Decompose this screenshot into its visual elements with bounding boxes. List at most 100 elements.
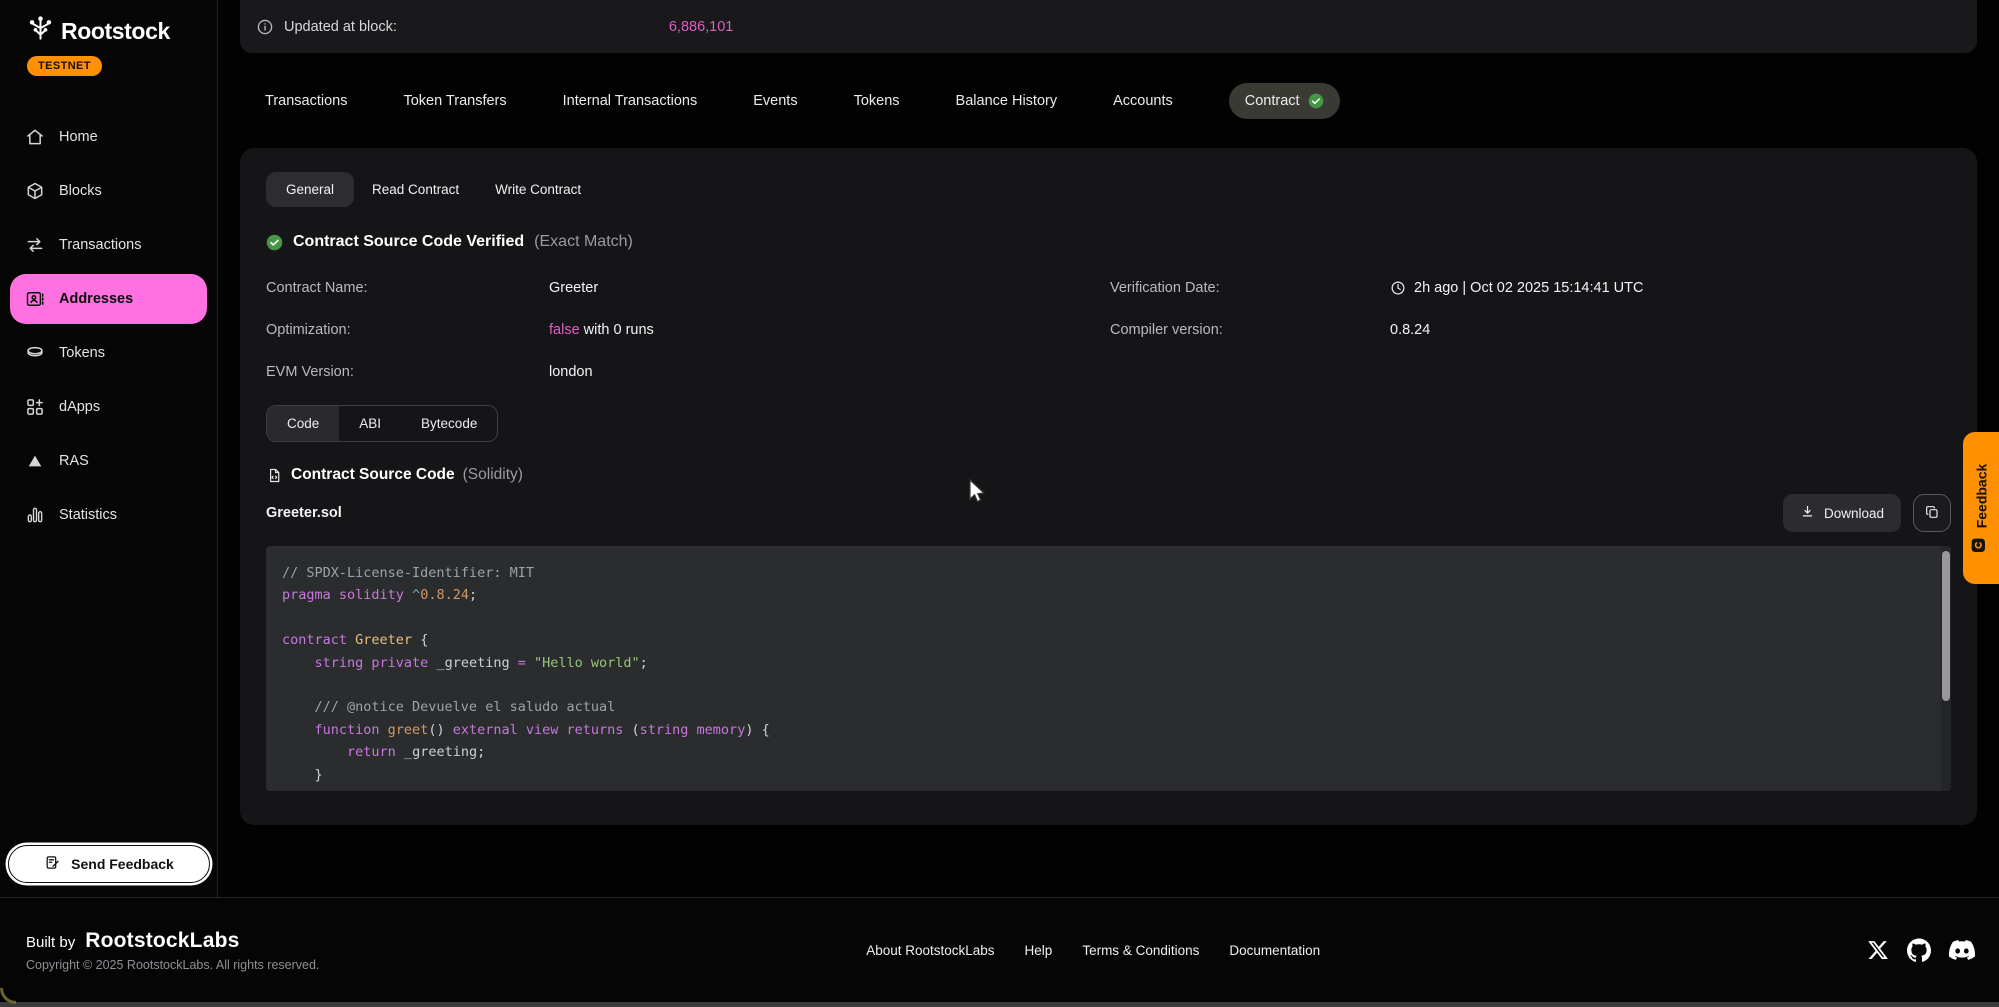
download-button[interactable]: Download bbox=[1783, 494, 1901, 532]
updated-block-bar: Updated at block: 6,886,101 bbox=[240, 0, 1977, 53]
tab-label: Internal Transactions bbox=[563, 93, 698, 109]
copy-icon bbox=[1924, 504, 1940, 523]
tab-balance-history[interactable]: Balance History bbox=[956, 93, 1058, 109]
tab-internal-transactions[interactable]: Internal Transactions bbox=[563, 93, 698, 109]
code-line: string private _greeting = "Hello world"… bbox=[282, 652, 1931, 674]
sidebar-item-addresses[interactable]: Addresses bbox=[10, 274, 207, 324]
code-line bbox=[282, 607, 1931, 629]
footer-links: About RootstockLabs Help Terms & Condition… bbox=[319, 943, 1867, 958]
detail-row-verification-date: Verification Date:2h ago | Oct 02 2025 1… bbox=[1110, 267, 1951, 309]
detail-value: false with 0 runs bbox=[549, 322, 654, 338]
sidebar-item-label: Statistics bbox=[59, 507, 117, 523]
info-icon bbox=[256, 18, 274, 36]
code-abi-bytecode-toggle: CodeABIBytecode bbox=[266, 405, 498, 442]
discord-icon[interactable] bbox=[1949, 937, 1975, 963]
sidebar-item-transactions[interactable]: Transactions bbox=[0, 220, 217, 270]
send-feedback-button[interactable]: Send Feedback bbox=[8, 845, 210, 883]
detail-row-contract-name: Contract Name:Greeter bbox=[266, 267, 1110, 309]
block-number-link[interactable]: 6,886,101 bbox=[669, 19, 734, 35]
download-label: Download bbox=[1824, 506, 1884, 521]
sidebar: Rootstock TESTNET Home Blocks Transactions… bbox=[0, 0, 218, 897]
subtab-general[interactable]: General bbox=[266, 172, 354, 207]
tab-events[interactable]: Events bbox=[753, 93, 797, 109]
code-scrollbar-thumb[interactable] bbox=[1942, 551, 1950, 701]
footer: Built by RootstockLabs Copyright © 2025 … bbox=[0, 897, 1999, 1002]
tab-transactions[interactable]: Transactions bbox=[265, 93, 347, 109]
code-line bbox=[282, 674, 1931, 696]
toggle-abi[interactable]: ABI bbox=[339, 406, 401, 441]
tab-label: Contract bbox=[1245, 93, 1300, 109]
built-by-label: Built by bbox=[26, 934, 75, 951]
check-icon bbox=[1308, 93, 1324, 109]
tab-tokens[interactable]: Tokens bbox=[854, 93, 900, 109]
feedback-tab-label: Feedback bbox=[1973, 463, 1989, 528]
copyright-text: Copyright © 2025 RootstockLabs. All righ… bbox=[26, 958, 319, 972]
source-code-heading: Contract Source Code (Solidity) bbox=[266, 466, 1951, 484]
testnet-badge[interactable]: TESTNET bbox=[27, 56, 102, 76]
sidebar-item-dapps[interactable]: dApps bbox=[0, 382, 217, 432]
copy-button[interactable] bbox=[1913, 494, 1951, 532]
edit-icon bbox=[44, 854, 61, 874]
toggle-bytecode[interactable]: Bytecode bbox=[401, 406, 497, 441]
source-code-language: (Solidity) bbox=[463, 466, 523, 484]
sidebar-nav: Home Blocks Transactions Addresses Tokens dAp… bbox=[0, 112, 217, 540]
source-code-viewer[interactable]: // SPDX-License-Identifier: MITpragma so… bbox=[266, 546, 1951, 791]
file-row: Greeter.sol Download bbox=[266, 494, 1951, 532]
detail-row-optimization: Optimization:false with 0 runs bbox=[266, 309, 1110, 351]
x-icon[interactable] bbox=[1867, 939, 1889, 961]
sidebar-item-label: Addresses bbox=[59, 291, 133, 307]
code-line: contract Greeter { bbox=[282, 629, 1931, 651]
detail-label: EVM Version: bbox=[266, 364, 549, 380]
tab-token-transfers[interactable]: Token Transfers bbox=[403, 93, 506, 109]
tab-contract[interactable]: Contract bbox=[1229, 83, 1340, 119]
sidebar-item-label: RAS bbox=[59, 453, 89, 469]
sidebar-item-label: Tokens bbox=[59, 345, 105, 361]
details-left-column: Contract Name:GreeterOptimization:false … bbox=[266, 267, 1110, 393]
verified-suffix: (Exact Match) bbox=[534, 233, 633, 251]
page: Rootstock TESTNET Home Blocks Transactions… bbox=[0, 0, 1999, 1007]
dapps-icon bbox=[25, 397, 45, 417]
rootstock-logo[interactable]: Rootstock bbox=[27, 15, 170, 47]
blocks-icon bbox=[25, 181, 45, 201]
footer-link-terms-conditions[interactable]: Terms & Conditions bbox=[1082, 943, 1199, 958]
footer-link-documentation[interactable]: Documentation bbox=[1229, 943, 1320, 958]
tab-label: Events bbox=[753, 93, 797, 109]
code-line: return _greeting; bbox=[282, 741, 1931, 763]
tokens-icon bbox=[25, 343, 45, 363]
brand-name: Rootstock bbox=[61, 18, 170, 45]
tab-label: Token Transfers bbox=[403, 93, 506, 109]
ras-icon bbox=[25, 451, 45, 471]
subtab-write-contract[interactable]: Write Contract bbox=[477, 172, 599, 207]
address-tabs: Transactions Token Transfers Internal Tran… bbox=[218, 53, 1999, 148]
code-line: /// @notice Devuelve el saludo actual bbox=[282, 696, 1931, 718]
tab-accounts[interactable]: Accounts bbox=[1113, 93, 1173, 109]
detail-label: Verification Date: bbox=[1110, 280, 1390, 296]
sidebar-item-home[interactable]: Home bbox=[0, 112, 217, 162]
rootstocklabs-wordmark[interactable]: RootstockLabs bbox=[85, 929, 239, 953]
addresses-icon bbox=[25, 289, 45, 309]
sidebar-item-statistics[interactable]: Statistics bbox=[0, 490, 217, 540]
feedback-side-tab[interactable]: Feedback bbox=[1963, 432, 1999, 584]
tab-label: Balance History bbox=[956, 93, 1058, 109]
footer-built-block: Built by RootstockLabs Copyright © 2025 … bbox=[26, 929, 319, 972]
footer-link-help[interactable]: Help bbox=[1025, 943, 1053, 958]
code-line: function greet() external view returns (… bbox=[282, 719, 1931, 741]
sidebar-item-blocks[interactable]: Blocks bbox=[0, 166, 217, 216]
contract-subtabs: GeneralRead ContractWrite Contract bbox=[266, 172, 1951, 207]
footer-link-about-rootstocklabs[interactable]: About RootstockLabs bbox=[866, 943, 994, 958]
contract-details: Contract Name:GreeterOptimization:false … bbox=[266, 267, 1951, 393]
detail-value: 2h ago | Oct 02 2025 15:14:41 UTC bbox=[1390, 280, 1643, 296]
home-icon bbox=[25, 127, 45, 147]
subtab-read-contract[interactable]: Read Contract bbox=[354, 172, 477, 207]
github-icon[interactable] bbox=[1907, 938, 1931, 962]
tab-label: Accounts bbox=[1113, 93, 1173, 109]
toggle-code[interactable]: Code bbox=[267, 406, 339, 441]
sidebar-item-label: Blocks bbox=[59, 183, 102, 199]
feedback-box-icon bbox=[1971, 537, 1992, 553]
contract-card: GeneralRead ContractWrite Contract Contr… bbox=[240, 148, 1977, 825]
main-area: Updated at block: 6,886,101 Transactions… bbox=[218, 0, 1999, 897]
verified-title: Contract Source Code Verified bbox=[293, 233, 524, 251]
sidebar-item-ras[interactable]: RAS bbox=[0, 436, 217, 486]
sidebar-item-tokens[interactable]: Tokens bbox=[0, 328, 217, 378]
sidebar-item-label: Home bbox=[59, 129, 98, 145]
